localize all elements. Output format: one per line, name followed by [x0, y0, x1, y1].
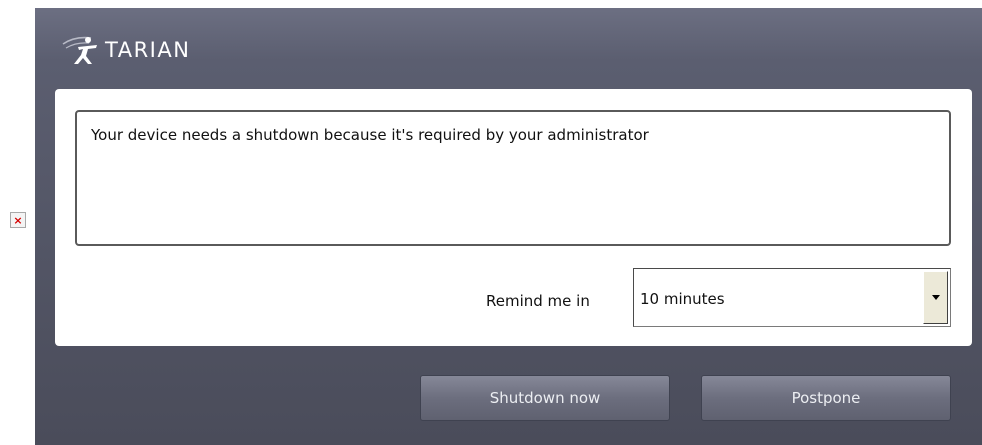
remind-label: Remind me in	[486, 292, 590, 310]
broken-image-icon: ×	[10, 212, 26, 228]
message-text: Your device needs a shutdown because it'…	[91, 126, 649, 144]
postpone-label: Postpone	[791, 389, 861, 407]
postpone-button[interactable]: Postpone	[701, 375, 951, 421]
remind-interval-select[interactable]: 10 minutes	[633, 268, 951, 327]
chevron-down-icon	[931, 295, 940, 300]
dropdown-arrow-button[interactable]	[923, 271, 948, 324]
shutdown-now-button[interactable]: Shutdown now	[420, 375, 670, 421]
tarian-logo: TARIAN	[61, 32, 190, 68]
remind-interval-value: 10 minutes	[640, 290, 725, 308]
runner-icon	[62, 36, 97, 64]
shutdown-dialog: TARIAN Your device needs a shutdown beca…	[35, 8, 982, 445]
brand-name: TARIAN	[105, 38, 191, 62]
shutdown-now-label: Shutdown now	[489, 389, 601, 407]
broken-image-glyph: ×	[13, 213, 23, 227]
content-panel: Your device needs a shutdown because it'…	[55, 89, 972, 346]
message-textarea[interactable]: Your device needs a shutdown because it'…	[75, 110, 951, 246]
